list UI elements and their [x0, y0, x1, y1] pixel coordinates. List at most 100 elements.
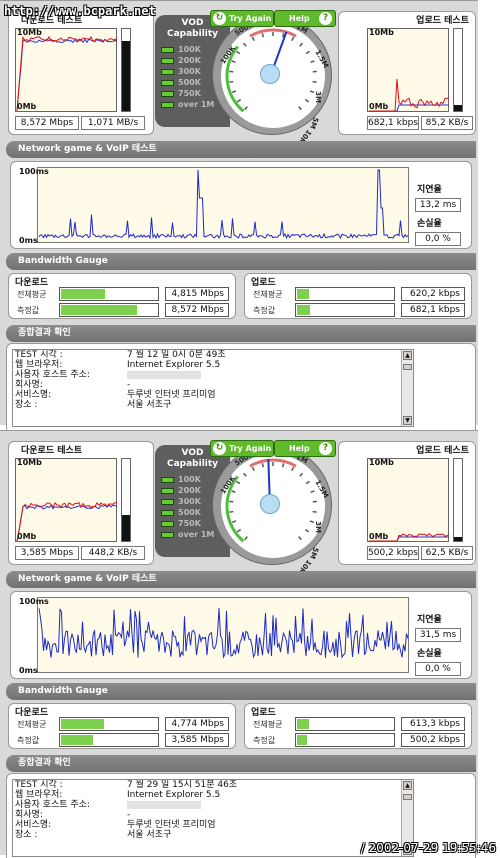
- page-scrollbar-track[interactable]: [478, 0, 500, 425]
- gauge-tick-mark: [298, 106, 302, 111]
- result-value: 서울 서초구: [127, 400, 172, 410]
- gauge-tick-mark: [305, 50, 310, 55]
- loss-value: 0,0 %: [415, 662, 461, 676]
- scroll-down-arrow[interactable]: ▼: [403, 416, 412, 425]
- gauge-tick-mark: [299, 472, 303, 477]
- download-meas-value: 3,585 Mbps: [165, 733, 229, 747]
- scroll-thumb[interactable]: [403, 794, 412, 800]
- loss-value: 0,0 %: [415, 232, 461, 246]
- vod-level-led: [161, 520, 174, 527]
- download-meas-row: 측정값 3,585 Mbps: [13, 733, 233, 747]
- gauge-tick-mark: [312, 80, 317, 83]
- network-section-bar: Network game & VoIP 테스트: [6, 571, 476, 588]
- try-again-button[interactable]: ↻ Try Again: [210, 10, 274, 27]
- latency-series: [38, 169, 409, 240]
- result-value: 두루넷 인터넷 프리미엄: [127, 390, 216, 400]
- result-key: 서비스명:: [15, 820, 52, 830]
- gauge-tick-mark: [231, 520, 237, 524]
- result-row: TEST 시각 : 7 월 12 일 0시 0분 49초: [13, 350, 413, 360]
- gauge-tick-mark: [291, 36, 295, 42]
- gauge-tick-mark: [304, 98, 310, 103]
- result-row: 장소 : 서울 서초구: [13, 400, 413, 410]
- download-avg-value: 4,774 Mbps: [165, 717, 229, 731]
- help-button[interactable]: Help?: [274, 440, 336, 457]
- gauge-tick-mark: [243, 472, 247, 477]
- result-key: 회사명:: [15, 380, 43, 390]
- result-key: 장소 :: [15, 830, 38, 840]
- upload-avg-gauge-fill: [297, 289, 309, 299]
- download-graph-max-label: 10Mb: [17, 458, 42, 467]
- latency-graph: [37, 167, 409, 243]
- speed-gauge: 100K 500K 1M 1.5M 3M 5M 10M ↻ Try Again Help?: [208, 431, 336, 576]
- upload-graph: [367, 458, 450, 542]
- download-bandwidth-box: 다운로드 전체평균 4,774 Mbps 측정값 3,585 Mbps: [8, 703, 236, 749]
- download-meas-label: 측정값: [17, 736, 40, 745]
- result-textbox[interactable]: TEST 시각 : 7 월 12 일 0시 0분 49초 웹 브라우저: Intern…: [12, 349, 414, 427]
- try-again-label: Try Again: [229, 444, 272, 453]
- vod-level-label: 750K: [178, 89, 201, 98]
- help-question-icon: ?: [319, 12, 332, 25]
- vod-level-label: 500K: [178, 508, 201, 517]
- result-key: 서비스명:: [15, 390, 52, 400]
- upload-avg-row: 전체평균 613,3 kbps: [249, 717, 469, 731]
- download-kbs-value: 1,071 MB/s: [81, 116, 145, 130]
- result-value: -: [127, 380, 131, 390]
- download-level-bar: [121, 458, 131, 542]
- loss-label: 손실율: [417, 649, 442, 659]
- help-label: Help: [289, 14, 310, 23]
- download-avg-row: 전체평균 4,774 Mbps: [13, 717, 233, 731]
- gauge-tick-mark: [312, 510, 317, 513]
- download-test-title: 다운로드 테스트: [21, 446, 83, 456]
- upload-kbps-value: 682,1 kbps: [367, 116, 419, 130]
- speed-gauge: 100K 500K 1M 1.5M 3M 5M 10M ↻ Try Again Help?: [208, 1, 336, 146]
- result-row: 웹 브라우저: Internet Explorer 5.5: [13, 360, 413, 370]
- gauge-tick-mark: [244, 106, 248, 111]
- scroll-up-arrow[interactable]: ▲: [403, 781, 412, 790]
- help-button[interactable]: Help?: [274, 10, 336, 27]
- gauge-tick-mark: [244, 536, 248, 541]
- try-again-button[interactable]: ↻ Try Again: [210, 440, 274, 457]
- vod-level-label: 100K: [178, 45, 201, 54]
- latency-graph: [37, 597, 409, 673]
- gauge-hub: [260, 494, 280, 514]
- download-graph-min-label: 0Mb: [17, 102, 37, 111]
- download-chart: [16, 502, 118, 542]
- vod-level-label: 500K: [178, 78, 201, 87]
- gauge-tick-mark: [251, 466, 255, 472]
- gauge-tick-label: 3M: [313, 91, 322, 103]
- download-meas-row: 측정값 8,572 Mbps: [13, 303, 233, 317]
- gauge-hub: [260, 64, 280, 84]
- result-row: 서비스명: 두루넷 인터넷 프리미엄: [13, 390, 413, 400]
- scroll-up-arrow[interactable]: ▲: [403, 351, 412, 360]
- gauge-tick-mark: [281, 463, 285, 468]
- latency-label: 지연율: [417, 185, 442, 195]
- download-graph-max-label: 10Mb: [17, 28, 42, 37]
- download-avg-gauge: [59, 717, 159, 731]
- help-question-icon: ?: [319, 442, 332, 455]
- page-scrollbar-track[interactable]: [478, 430, 500, 855]
- result-value: 7 월 29 일 15시 51분 46초: [127, 780, 238, 790]
- upload-avg-value: 620,2 kbps: [401, 287, 465, 301]
- download-graph: [15, 28, 118, 112]
- result-key: TEST 시각 :: [15, 350, 63, 360]
- upload-level-bar: [453, 28, 463, 112]
- download-kbs-value: 448,2 KB/s: [81, 546, 145, 560]
- scroll-thumb[interactable]: [403, 364, 412, 370]
- gauge-tick-mark: [299, 42, 303, 47]
- result-scrollbar[interactable]: ▲ ▼: [401, 350, 413, 426]
- upload-meas-label: 측정값: [253, 736, 276, 745]
- upload-meas-gauge: [295, 733, 395, 747]
- result-textbox[interactable]: TEST 시각 : 7 월 29 일 15시 51분 46초 웹 브라우저: Inte…: [12, 779, 414, 857]
- download-avg-row: 전체평균 4,815 Mbps: [13, 287, 233, 301]
- speed-test-panel: 다운로드 테스트 10Mb 0Mb 3,585 Mbps 448,2 KB/s VOD Ca…: [0, 430, 478, 858]
- download-series-avg: [16, 38, 118, 112]
- upload-test-box: 업로드 테스트 10Mb 0Mb 682,1 kbps 85,2 KB/s: [338, 11, 476, 135]
- upload-meas-row: 측정값 682,1 kbps: [249, 303, 469, 317]
- result-key: TEST 시각 :: [15, 780, 63, 790]
- download-graph: [15, 458, 118, 542]
- gauge-tick-mark: [298, 536, 302, 541]
- download-meas-gauge-fill: [61, 305, 138, 315]
- help-label: Help: [289, 444, 310, 453]
- latency-chart: [38, 608, 409, 659]
- download-level-fill: [122, 514, 130, 541]
